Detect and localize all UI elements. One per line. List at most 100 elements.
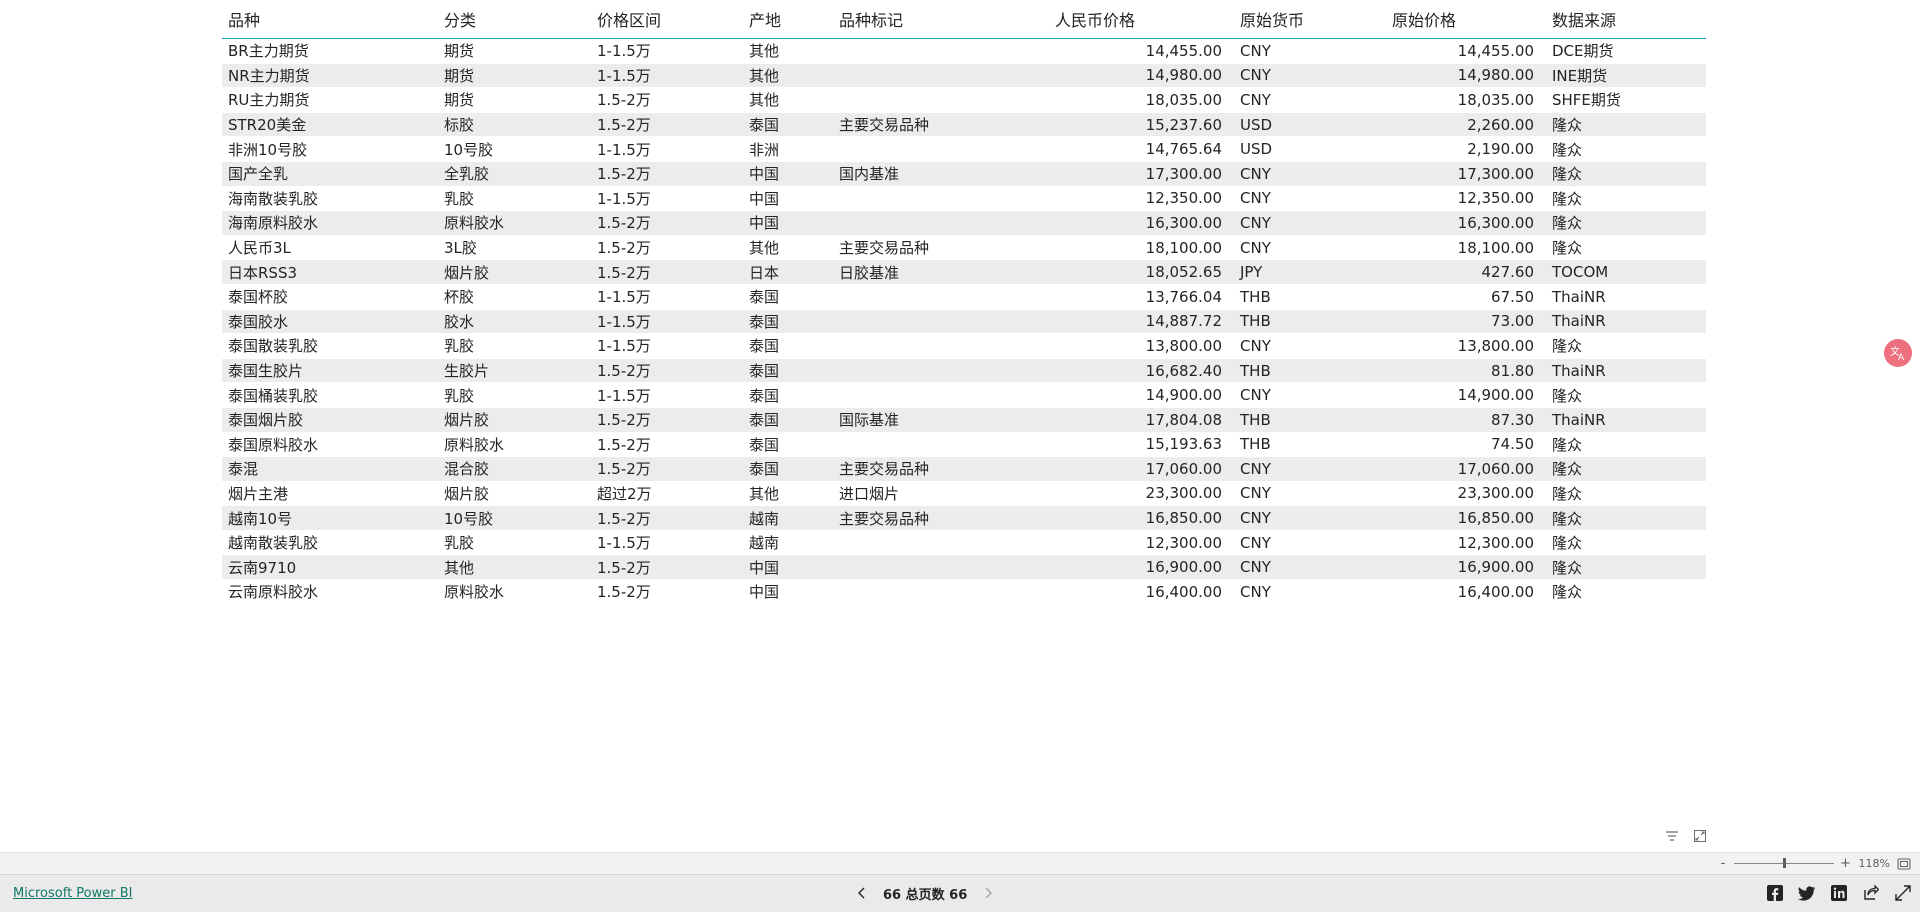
- table-row[interactable]: 泰混 混合胶 1.5-2万 泰国 主要交易品种 17,060.00 CNY 17,060.00…: [222, 456, 1706, 482]
- table-cell: 81.80: [1386, 358, 1546, 384]
- table-cell: 烟片主港: [222, 481, 438, 507]
- filter-icon[interactable]: [1664, 828, 1680, 844]
- table-cell: 10号胶: [438, 505, 591, 531]
- focus-mode-icon[interactable]: [1692, 828, 1708, 844]
- table-cell: 海南原料胶水: [222, 210, 438, 236]
- table-row[interactable]: 越南散装乳胶 乳胶 1-1.5万 越南 12,300.00 CNY 12,300.00 隆众: [222, 530, 1706, 556]
- fullscreen-icon[interactable]: [1894, 884, 1912, 902]
- table-row[interactable]: STR20美金 标胶 1.5-2万 泰国 主要交易品种 15,237.60 USD 2,260…: [222, 112, 1706, 138]
- table-row[interactable]: 云南原料胶水 原料胶水 1.5-2万 中国 16,400.00 CNY 16,400.00 隆…: [222, 579, 1706, 605]
- table-cell: 14,900.00: [1049, 382, 1234, 408]
- page-indicator: 66 总页数 66: [883, 887, 968, 903]
- table-cell: 14,455.00: [1386, 38, 1546, 64]
- table-cell: 18,100.00: [1386, 235, 1546, 261]
- column-header[interactable]: 品种: [222, 0, 438, 39]
- translate-icon[interactable]: 文A: [1884, 339, 1912, 367]
- table-cell: CNY: [1234, 505, 1386, 531]
- table-cell: 1-1.5万: [591, 136, 743, 162]
- table-row[interactable]: 云南9710 其他 1.5-2万 中国 16,900.00 CNY 16,900.00 隆众: [222, 554, 1706, 581]
- table-cell: 1-1.5万: [591, 382, 743, 408]
- table-row[interactable]: 国产全乳 全乳胶 1.5-2万 中国 国内基准 17,300.00 CNY 17,300.00…: [222, 161, 1706, 187]
- table-cell: 隆众: [1546, 554, 1706, 581]
- zoom-out-button[interactable]: -: [1718, 856, 1728, 871]
- linkedin-icon[interactable]: [1830, 884, 1848, 902]
- table-row[interactable]: RU主力期货 期货 1.5-2万 其他 18,035.00 CNY 18,035.00 SHF…: [222, 87, 1706, 113]
- table-cell: 18,052.65: [1049, 259, 1234, 285]
- table-row[interactable]: 日本RSS3 烟片胶 1.5-2万 日本 日胶基准 18,052.65 JPY 427.60 T…: [222, 259, 1706, 285]
- table-cell: 日本: [743, 259, 833, 285]
- column-header[interactable]: 数据来源: [1546, 0, 1706, 39]
- table-row[interactable]: BR主力期货 期货 1-1.5万 其他 14,455.00 CNY 14,455.00 DCE…: [222, 38, 1706, 64]
- table-row[interactable]: NR主力期货 期货 1-1.5万 其他 14,980.00 CNY 14,980.00 INE…: [222, 63, 1706, 89]
- table-cell: CNY: [1234, 333, 1386, 359]
- table-row[interactable]: 海南散装乳胶 乳胶 1-1.5万 中国 12,350.00 CNY 12,350.00 隆众: [222, 186, 1706, 212]
- table-cell: 泰国烟片胶: [222, 407, 438, 433]
- table-cell: 越南散装乳胶: [222, 530, 438, 556]
- table-row[interactable]: 泰国胶水 胶水 1-1.5万 泰国 14,887.72 THB 73.00 ThaiNR: [222, 309, 1706, 335]
- table-cell: TOCOM: [1546, 259, 1706, 285]
- table-visual[interactable]: 品种 分类 价格区间 产地 品种标记 人民币价格 原始货币 原始价格 数据来源 BR主力期货 期货…: [222, 0, 1706, 605]
- column-header[interactable]: 原始货币: [1234, 0, 1386, 39]
- table-cell: [833, 333, 1049, 359]
- table-cell: 隆众: [1546, 579, 1706, 605]
- previous-page-button[interactable]: [855, 886, 869, 900]
- power-bi-link[interactable]: Microsoft Power BI: [13, 886, 132, 901]
- facebook-icon[interactable]: [1766, 884, 1784, 902]
- twitter-icon[interactable]: [1798, 884, 1816, 902]
- table-cell: 隆众: [1546, 161, 1706, 187]
- zoom-slider-thumb[interactable]: [1782, 858, 1786, 868]
- table-cell: 2,190.00: [1386, 136, 1546, 162]
- table-cell: CNY: [1234, 186, 1386, 212]
- table-row[interactable]: 烟片主港 烟片胶 超过2万 其他 进口烟片 23,300.00 CNY 23,300.00 隆众: [222, 481, 1706, 507]
- table-cell: THB: [1234, 358, 1386, 384]
- table-cell: 1-1.5万: [591, 530, 743, 556]
- table-row[interactable]: 越南10号 10号胶 1.5-2万 越南 主要交易品种 16,850.00 CNY 16,85…: [222, 505, 1706, 531]
- table-cell: ThaiNR: [1546, 309, 1706, 335]
- table-cell: 1.5-2万: [591, 161, 743, 187]
- table-cell: 15,193.63: [1049, 432, 1234, 458]
- table-cell: 混合胶: [438, 456, 591, 482]
- table-cell: 原料胶水: [438, 579, 591, 605]
- table-cell: 期货: [438, 63, 591, 89]
- table-row[interactable]: 泰国散装乳胶 乳胶 1-1.5万 泰国 13,800.00 CNY 13,800.00 隆众: [222, 333, 1706, 359]
- table-row[interactable]: 泰国杯胶 杯胶 1-1.5万 泰国 13,766.04 THB 67.50 ThaiNR: [222, 284, 1706, 310]
- table-cell: [833, 358, 1049, 384]
- share-icon[interactable]: [1862, 884, 1880, 902]
- table-cell: 23,300.00: [1386, 481, 1546, 507]
- table-row[interactable]: 泰国原料胶水 原料胶水 1.5-2万 泰国 15,193.63 THB 74.50 隆众: [222, 432, 1706, 458]
- table-cell: 1-1.5万: [591, 309, 743, 335]
- column-header[interactable]: 价格区间: [591, 0, 743, 39]
- table-cell: [833, 530, 1049, 556]
- table-cell: 1.5-2万: [591, 259, 743, 285]
- table-cell: 3L胶: [438, 235, 591, 261]
- table-cell: CNY: [1234, 38, 1386, 64]
- table-row[interactable]: 人民币3L 3L胶 1.5-2万 其他 主要交易品种 18,100.00 CNY 18,100…: [222, 235, 1706, 261]
- table-cell: 越南: [743, 530, 833, 556]
- zoom-in-button[interactable]: +: [1840, 856, 1851, 871]
- table-row[interactable]: 海南原料胶水 原料胶水 1.5-2万 中国 16,300.00 CNY 16,300.00 隆…: [222, 210, 1706, 236]
- fit-to-page-icon[interactable]: [1896, 857, 1912, 871]
- table-cell: 超过2万: [591, 481, 743, 507]
- table-cell: 12,300.00: [1386, 530, 1546, 556]
- column-header[interactable]: 人民币价格: [1049, 0, 1234, 39]
- table-row[interactable]: 泰国烟片胶 烟片胶 1.5-2万 泰国 国际基准 17,804.08 THB 87.30 Tha…: [222, 407, 1706, 433]
- table-cell: 乳胶: [438, 333, 591, 359]
- zoom-slider[interactable]: [1734, 858, 1834, 868]
- table-cell: 其他: [743, 481, 833, 507]
- table-cell: USD: [1234, 112, 1386, 138]
- table-cell: CNY: [1234, 63, 1386, 89]
- table-cell: 泰国: [743, 382, 833, 408]
- table-cell: 泰国: [743, 432, 833, 458]
- table-cell: 泰国胶水: [222, 309, 438, 335]
- column-header[interactable]: 分类: [438, 0, 591, 39]
- next-page-button[interactable]: [981, 886, 995, 900]
- table-row[interactable]: 泰国桶装乳胶 乳胶 1-1.5万 泰国 14,900.00 CNY 14,900.00 隆众: [222, 382, 1706, 408]
- table-row[interactable]: 非洲10号胶 10号胶 1-1.5万 非洲 14,765.64 USD 2,190.00 隆众: [222, 136, 1706, 162]
- column-header[interactable]: 原始价格: [1386, 0, 1546, 39]
- column-header[interactable]: 产地: [743, 0, 833, 39]
- table-cell: 17,060.00: [1049, 456, 1234, 482]
- table-cell: 1.5-2万: [591, 432, 743, 458]
- table-row[interactable]: 泰国生胶片 生胶片 1.5-2万 泰国 16,682.40 THB 81.80 ThaiNR: [222, 358, 1706, 384]
- column-header[interactable]: 品种标记: [833, 0, 1049, 39]
- table-cell: 泰国原料胶水: [222, 432, 438, 458]
